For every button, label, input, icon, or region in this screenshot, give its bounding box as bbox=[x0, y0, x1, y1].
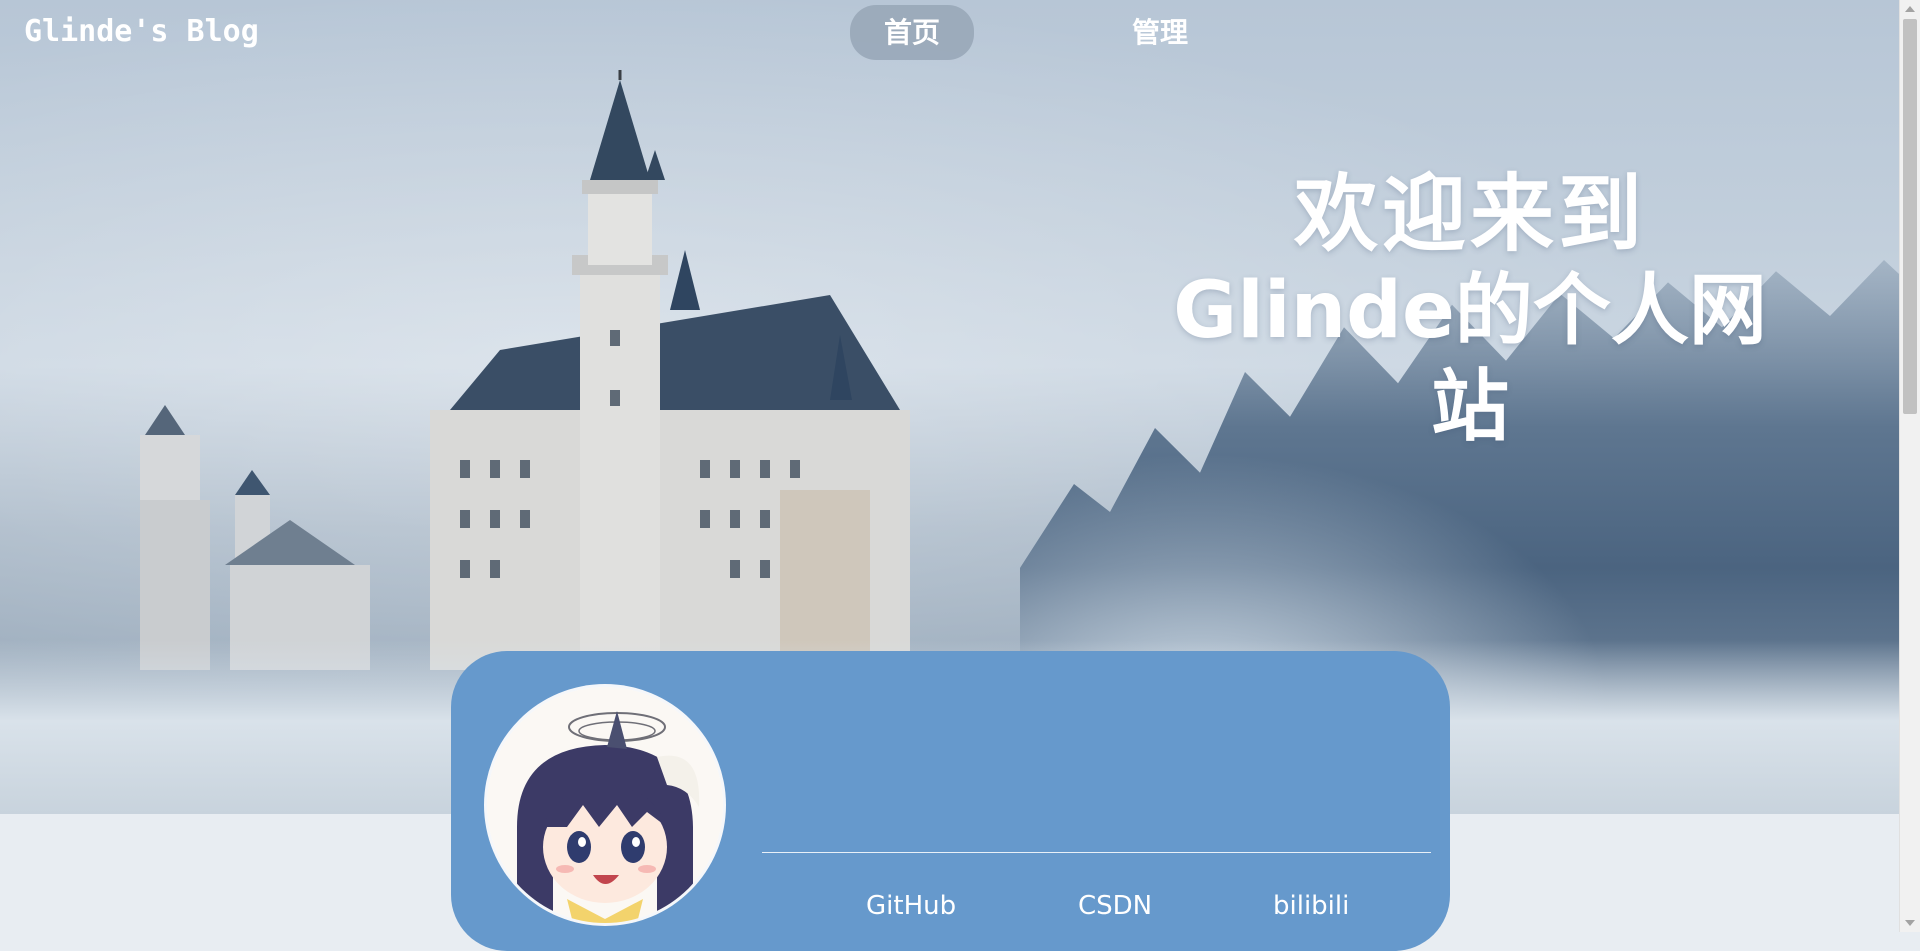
anime-girl-avatar-icon bbox=[487, 687, 723, 923]
top-navigation: Glinde's Blog 首页 管理 bbox=[0, 0, 1900, 66]
scroll-thumb[interactable] bbox=[1903, 19, 1917, 414]
nav-home[interactable]: 首页 bbox=[850, 5, 974, 60]
card-divider bbox=[762, 852, 1431, 853]
scroll-down-arrow-icon[interactable] bbox=[1905, 920, 1915, 926]
vertical-scrollbar[interactable] bbox=[1899, 0, 1920, 932]
csdn-link[interactable]: CSDN bbox=[1078, 891, 1152, 921]
welcome-line-2: Glinde的个人网站 bbox=[1173, 266, 1767, 452]
profile-card: GitHub CSDN bilibili bbox=[451, 651, 1450, 951]
castle-illustration bbox=[140, 70, 1040, 670]
site-logo[interactable]: Glinde's Blog bbox=[24, 14, 259, 49]
welcome-heading: 欢迎来到 Glinde的个人网站 bbox=[1140, 165, 1800, 455]
scroll-up-arrow-icon[interactable] bbox=[1905, 6, 1915, 12]
welcome-line-1: 欢迎来到 bbox=[1293, 165, 1646, 263]
bilibili-link[interactable]: bilibili bbox=[1273, 891, 1349, 921]
nav-admin[interactable]: 管理 bbox=[1098, 5, 1222, 60]
github-link[interactable]: GitHub bbox=[866, 891, 956, 921]
